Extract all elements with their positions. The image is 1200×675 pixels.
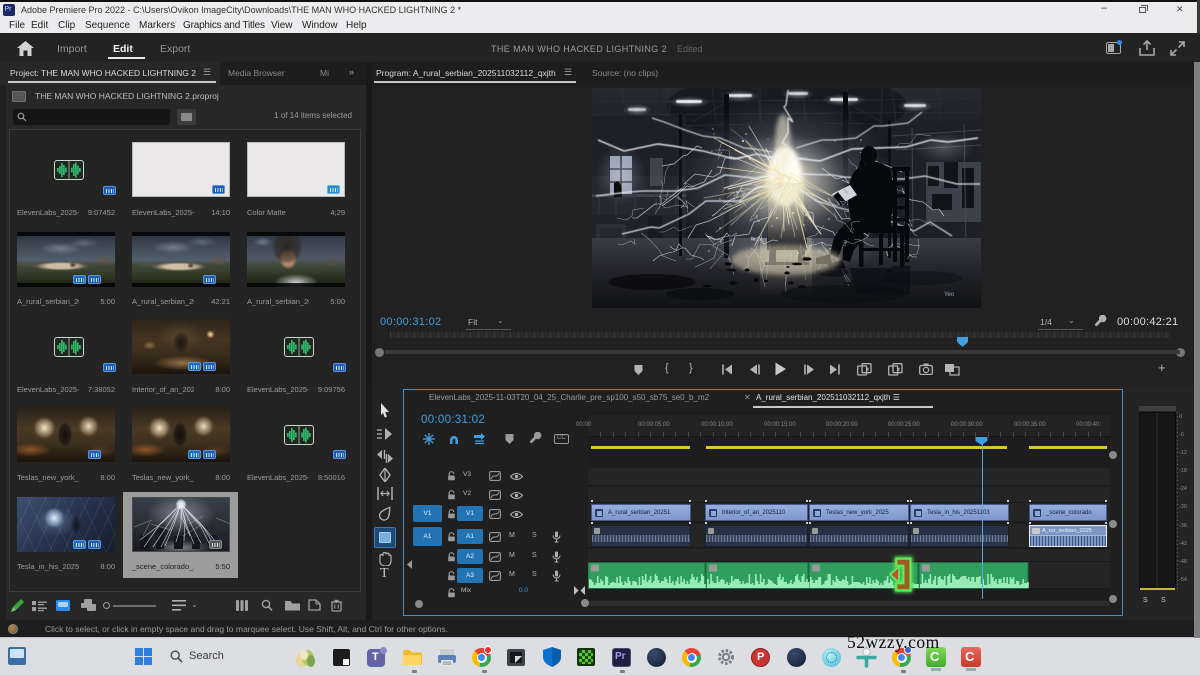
svg-text:Yeo: Yeo: [944, 292, 955, 298]
